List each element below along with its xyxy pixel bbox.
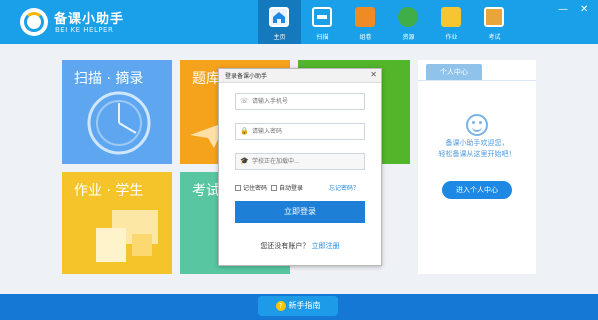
- title-bar: 备课小助手 BEI KE HELPER 主页 扫描 组卷 资源 作业 考试 — …: [0, 0, 598, 44]
- beginner-guide-button[interactable]: ? 新手指南: [258, 296, 338, 316]
- password-input[interactable]: [252, 126, 360, 137]
- scan-icon: [312, 7, 332, 27]
- login-dialog: 登录备课小助手 ✕ ☏ 🔒 🎓 记住密码 自动登录 忘记密码？ 立即登录 您还没…: [218, 68, 382, 266]
- nav-scan-label: 扫描: [316, 34, 329, 41]
- personal-center-panel: 个人中心 备课小助手欢迎您， 轻松备课从这里开始吧！ 进入个人中心: [418, 60, 536, 274]
- nav-home-label: 主页: [273, 34, 286, 41]
- nav-compose-label: 组卷: [359, 34, 372, 41]
- enter-personal-center-button[interactable]: 进入个人中心: [442, 181, 512, 199]
- no-account-text: 您还没有账户？: [260, 242, 310, 250]
- remember-password-label: 记住密码: [243, 185, 268, 192]
- dialog-title-bar: 登录备课小助手 ✕: [219, 69, 381, 83]
- personal-center-tab[interactable]: 个人中心: [426, 64, 482, 80]
- welcome-line-2: 轻松备课从这里开始吧！: [438, 150, 516, 158]
- tile-homework[interactable]: 作业 · 学生: [62, 172, 172, 274]
- login-button[interactable]: 立即登录: [235, 201, 365, 223]
- register-prompt: 您还没有账户？ 立即注册: [219, 241, 381, 251]
- app-title: 备课小助手: [54, 12, 125, 27]
- home-icon: [269, 7, 289, 27]
- tile-scan[interactable]: 扫描 · 摘录: [62, 60, 172, 164]
- phone-field[interactable]: ☏: [235, 93, 365, 110]
- welcome-text: 备课小助手欢迎您， 轻松备课从这里开始吧！: [418, 138, 536, 160]
- nav-homework[interactable]: 作业: [430, 0, 473, 44]
- school-input[interactable]: [252, 156, 360, 167]
- tile-homework-title: 作业 · 学生: [74, 183, 144, 199]
- nav-homework-label: 作业: [445, 34, 458, 41]
- clock-illustration-icon: [87, 91, 151, 155]
- divider: [418, 80, 536, 81]
- tile-bank-title: 题库: [192, 71, 220, 87]
- main-nav: 主页 扫描 组卷 资源 作业 考试: [258, 0, 516, 44]
- password-field[interactable]: 🔒: [235, 123, 365, 140]
- tile-scan-title: 扫描 · 摘录: [74, 71, 144, 87]
- login-options: 记住密码 自动登录: [235, 183, 303, 192]
- school-field[interactable]: 🎓: [235, 153, 365, 170]
- nav-resource-label: 资源: [402, 34, 415, 41]
- compose-icon: [355, 7, 375, 27]
- lock-icon: 🔒: [240, 127, 249, 135]
- dialog-close-icon[interactable]: ✕: [370, 70, 377, 79]
- minimize-button[interactable]: —: [558, 4, 568, 15]
- homework-icon: [441, 7, 461, 27]
- nav-exam[interactable]: 考试: [473, 0, 516, 44]
- smiley-icon: [466, 114, 488, 136]
- close-button[interactable]: ✕: [580, 4, 588, 15]
- app-logo-icon: [20, 8, 48, 36]
- nav-scan[interactable]: 扫描: [301, 0, 344, 44]
- exam-icon: [484, 7, 504, 27]
- dialog-title: 登录备课小助手: [225, 73, 268, 80]
- nav-compose[interactable]: 组卷: [344, 0, 387, 44]
- documents-illustration-icon: [96, 210, 158, 262]
- auto-login-checkbox[interactable]: [271, 184, 278, 191]
- tile-exam-title: 考试: [192, 183, 220, 199]
- phone-input[interactable]: [252, 96, 360, 107]
- forgot-password-link[interactable]: 忘记密码？: [329, 183, 359, 192]
- remember-password-checkbox[interactable]: [235, 184, 241, 191]
- cloud-resource-icon: [398, 7, 418, 27]
- app-subtitle: BEI KE HELPER: [55, 26, 114, 34]
- beginner-guide-label: 新手指南: [288, 301, 321, 310]
- phone-icon: ☏: [240, 97, 249, 105]
- nav-resource[interactable]: 资源: [387, 0, 430, 44]
- nav-home[interactable]: 主页: [258, 0, 301, 44]
- welcome-line-1: 备课小助手欢迎您，: [445, 139, 509, 147]
- graduation-cap-icon: 🎓: [240, 157, 249, 165]
- help-icon: ?: [275, 301, 286, 311]
- register-link[interactable]: 立即注册: [312, 242, 340, 250]
- auto-login-label: 自动登录: [279, 185, 304, 192]
- nav-exam-label: 考试: [488, 34, 501, 41]
